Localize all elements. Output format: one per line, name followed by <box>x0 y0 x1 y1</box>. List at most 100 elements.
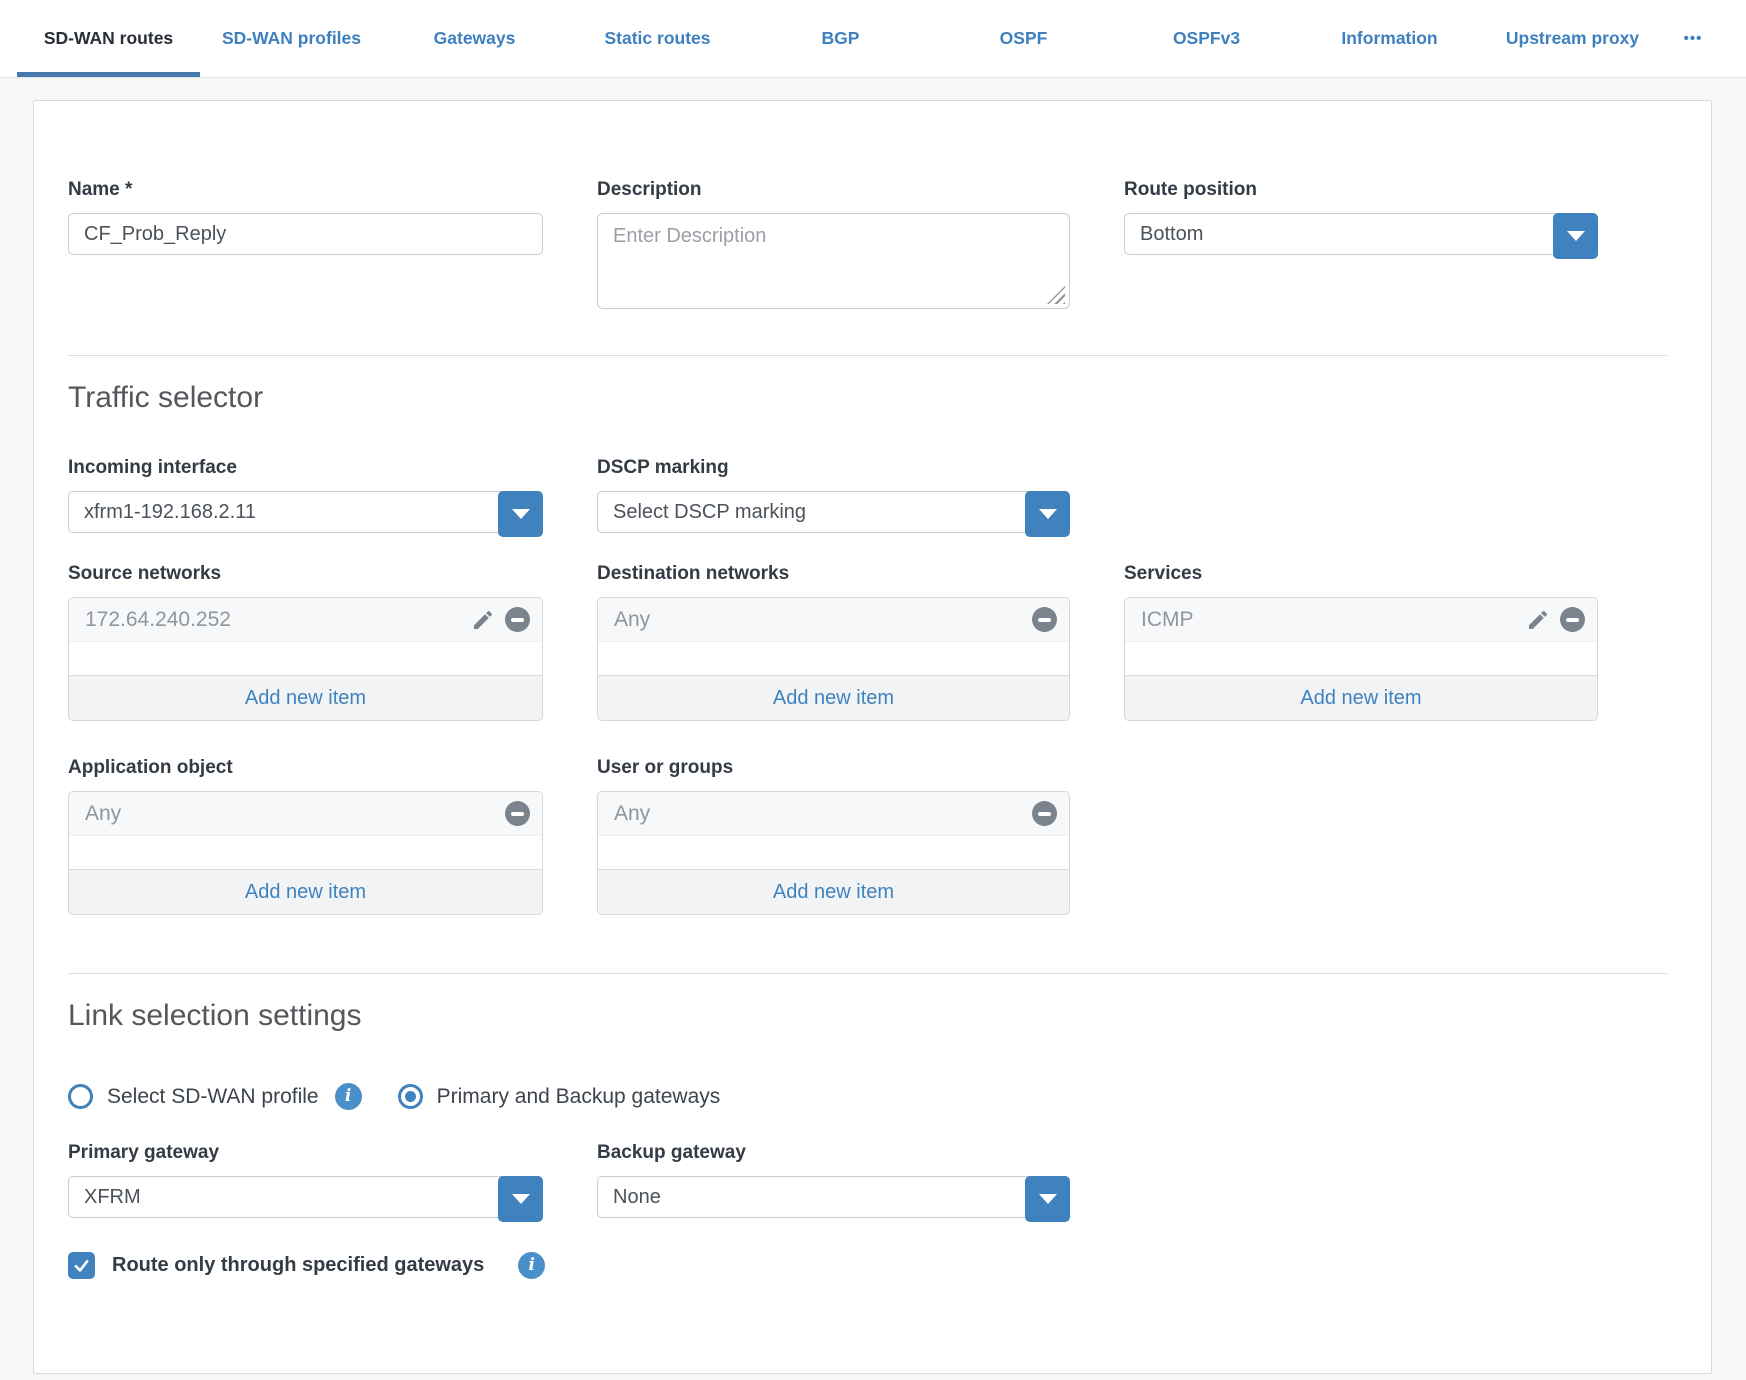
primary-gateway-field: Primary gateway XFRM <box>68 1142 543 1218</box>
remove-icon[interactable] <box>1032 607 1057 632</box>
list-item: 172.64.240.252 <box>69 598 542 642</box>
route-position-value: Bottom <box>1125 214 1597 254</box>
tab-gateways[interactable]: Gateways <box>383 0 566 77</box>
info-icon[interactable] <box>518 1252 545 1279</box>
tab-bgp[interactable]: BGP <box>749 0 932 77</box>
list-empty-area <box>69 836 542 869</box>
route-position-select[interactable]: Bottom <box>1124 213 1598 255</box>
list-item-value: Any <box>85 802 505 826</box>
application-object-label: Application object <box>68 757 543 779</box>
backup-gateway-value: None <box>598 1177 1069 1217</box>
tab-bar: SD-WAN routes SD-WAN profiles Gateways S… <box>0 0 1746 78</box>
services-field: Services ICMP Add new item <box>1124 563 1598 721</box>
dscp-marking-value: Select DSCP marking <box>598 492 1069 532</box>
application-users-row: Application object Any Add new item User… <box>68 757 1667 915</box>
tab-label: SD-WAN routes <box>44 28 173 49</box>
tab-label: Gateways <box>434 28 516 49</box>
chevron-down-icon[interactable] <box>498 1176 543 1222</box>
radio-primary-backup-gateways[interactable] <box>398 1084 423 1109</box>
link-selection-heading: Link selection settings <box>68 997 1667 1035</box>
add-new-item-button[interactable]: Add new item <box>69 675 542 720</box>
destination-networks-label: Destination networks <box>597 563 1070 585</box>
description-field: Description <box>597 179 1070 309</box>
services-box: ICMP Add new item <box>1124 597 1598 721</box>
application-object-box: Any Add new item <box>68 791 543 915</box>
backup-gateway-field: Backup gateway None <box>597 1142 1070 1218</box>
list-empty-area <box>598 642 1069 675</box>
add-new-item-button[interactable]: Add new item <box>69 869 542 914</box>
radio-primary-backup-gateways-label: Primary and Backup gateways <box>437 1085 721 1109</box>
add-new-item-button[interactable]: Add new item <box>598 675 1069 720</box>
route-only-checkbox-label: Route only through specified gateways <box>112 1254 484 1277</box>
tab-label: Static routes <box>605 28 711 49</box>
backup-gateway-select[interactable]: None <box>597 1176 1070 1218</box>
primary-gateway-select[interactable]: XFRM <box>68 1176 543 1218</box>
traffic-selector-heading: Traffic selector <box>68 379 1667 417</box>
user-or-groups-field: User or groups Any Add new item <box>597 757 1070 915</box>
name-label: Name * <box>68 179 543 201</box>
route-only-checkbox[interactable] <box>68 1252 95 1279</box>
route-only-row: Route only through specified gateways <box>68 1252 1667 1279</box>
tab-static-routes[interactable]: Static routes <box>566 0 749 77</box>
source-networks-box: 172.64.240.252 Add new item <box>68 597 543 721</box>
chevron-down-icon[interactable] <box>498 491 543 537</box>
add-new-item-button[interactable]: Add new item <box>598 869 1069 914</box>
list-empty-area <box>69 642 542 675</box>
chevron-down-icon[interactable] <box>1553 213 1598 259</box>
route-basic-row: Name * Description Route position Bottom <box>68 179 1667 309</box>
incoming-interface-value: xfrm1-192.168.2.11 <box>69 492 542 532</box>
radio-select-sdwan-profile[interactable] <box>68 1084 93 1109</box>
list-item-value: ICMP <box>1141 608 1526 632</box>
remove-icon[interactable] <box>505 607 530 632</box>
description-textarea[interactable] <box>597 213 1070 309</box>
source-networks-label: Source networks <box>68 563 543 585</box>
link-selection-radio-group: Select SD-WAN profile Primary and Backup… <box>68 1083 1667 1110</box>
incoming-interface-field: Incoming interface xfrm1-192.168.2.11 <box>68 457 543 533</box>
remove-icon[interactable] <box>1032 801 1057 826</box>
name-field: Name * <box>68 179 543 255</box>
chevron-down-icon[interactable] <box>1025 491 1070 537</box>
tab-ospf[interactable]: OSPF <box>932 0 1115 77</box>
application-object-field: Application object Any Add new item <box>68 757 543 915</box>
description-label: Description <box>597 179 1070 201</box>
tab-label: OSPF <box>1000 28 1048 49</box>
list-empty-area <box>1125 642 1597 675</box>
radio-select-sdwan-profile-label: Select SD-WAN profile <box>107 1085 319 1109</box>
name-input[interactable] <box>68 213 543 255</box>
user-or-groups-box: Any Add new item <box>597 791 1070 915</box>
add-new-item-button[interactable]: Add new item <box>1125 675 1597 720</box>
dscp-marking-label: DSCP marking <box>597 457 1070 479</box>
list-item: Any <box>598 598 1069 642</box>
services-label: Services <box>1124 563 1598 585</box>
tab-label: Upstream proxy <box>1506 28 1639 49</box>
incoming-interface-select[interactable]: xfrm1-192.168.2.11 <box>68 491 543 533</box>
tab-sdwan-profiles[interactable]: SD-WAN profiles <box>200 0 383 77</box>
primary-gateway-value: XFRM <box>69 1177 542 1217</box>
backup-gateway-label: Backup gateway <box>597 1142 1070 1164</box>
chevron-down-icon[interactable] <box>1025 1176 1070 1222</box>
tab-label: SD-WAN profiles <box>222 28 361 49</box>
section-divider <box>68 355 1667 356</box>
gateway-row: Primary gateway XFRM Backup gateway None <box>68 1142 1667 1218</box>
sdwan-route-form-card: Name * Description Route position Bottom… <box>33 100 1712 1374</box>
edit-icon[interactable] <box>471 608 495 632</box>
tab-label: Information <box>1341 28 1437 49</box>
remove-icon[interactable] <box>505 801 530 826</box>
tab-ospfv3[interactable]: OSPFv3 <box>1115 0 1298 77</box>
tab-upstream-proxy[interactable]: Upstream proxy <box>1481 0 1664 77</box>
section-divider <box>68 973 1667 974</box>
list-item: ICMP <box>1125 598 1597 642</box>
tabs-overflow-button[interactable]: ••• <box>1664 0 1722 77</box>
route-position-label: Route position <box>1124 179 1598 201</box>
edit-icon[interactable] <box>1526 608 1550 632</box>
remove-icon[interactable] <box>1560 607 1585 632</box>
tab-sdwan-routes[interactable]: SD-WAN routes <box>17 0 200 77</box>
networks-services-row: Source networks 172.64.240.252 Add new i… <box>68 563 1667 721</box>
info-icon[interactable] <box>335 1083 362 1110</box>
dscp-marking-select[interactable]: Select DSCP marking <box>597 491 1070 533</box>
tab-information[interactable]: Information <box>1298 0 1481 77</box>
user-or-groups-label: User or groups <box>597 757 1070 779</box>
list-item: Any <box>598 792 1069 836</box>
source-networks-field: Source networks 172.64.240.252 Add new i… <box>68 563 543 721</box>
route-position-field: Route position Bottom <box>1124 179 1598 255</box>
